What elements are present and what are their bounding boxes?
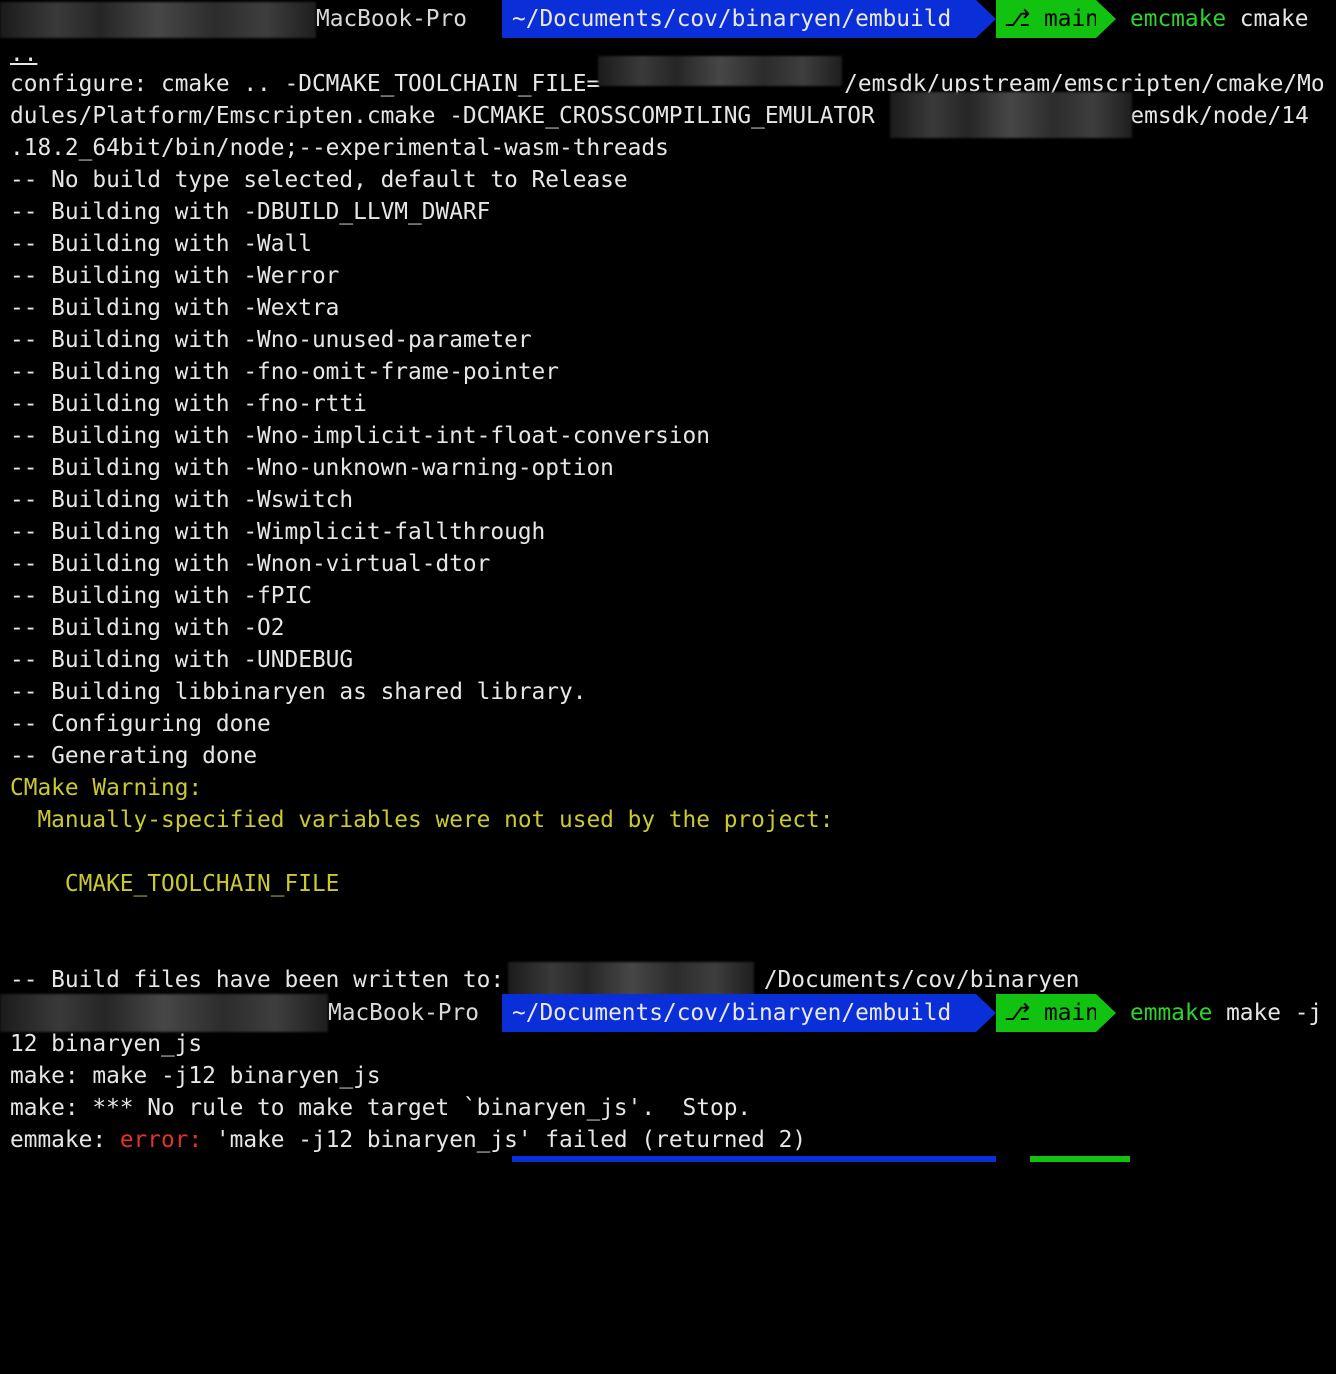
output-line: -- Building with -Werror: [10, 263, 340, 289]
output-line: -- Building with -fno-omit-frame-pointer: [10, 359, 559, 385]
git-branch-icon: ⎇: [1004, 6, 1044, 32]
current-directory: ~/Documents/cov/binaryen/embuild: [502, 994, 976, 1032]
output-line: -- No build type selected, default to Re…: [10, 167, 628, 193]
host-name: MacBook-Pro: [316, 6, 467, 32]
output-line: -- Building with -Wno-unknown-warning-op…: [10, 455, 614, 481]
terminal-window[interactable]: MacBook-Pro ~/Documents/cov/binaryen/emb…: [0, 0, 1336, 1162]
typed-command: emmake make -j: [1130, 994, 1322, 1032]
output-line: -- Building with -Wno-implicit-int-float…: [10, 423, 710, 449]
prompt-separator-icon: [976, 994, 996, 1032]
warning-title: CMake Warning:: [10, 775, 203, 801]
git-branch-name: main: [1044, 1000, 1099, 1026]
output-line: -- Configuring done: [10, 711, 271, 737]
output-line: make: make -j12 binaryen_js: [10, 1063, 381, 1089]
output-line: .18.2_64bit/bin/node;--experimental-wasm…: [10, 135, 669, 161]
error-line: emmake: error: 'make -j12 binaryen_js' f…: [10, 1127, 807, 1153]
shell-prompt: MacBook-Pro ~/Documents/cov/binaryen/emb…: [0, 994, 1336, 1032]
redacted-path-blur: [890, 92, 1132, 138]
next-prompt-path-segment: [512, 1156, 996, 1162]
output-line: -- Building libbinaryen as shared librar…: [10, 679, 587, 705]
output-line: -- Building with -Wno-unused-parameter: [10, 327, 532, 353]
shell-prompt: MacBook-Pro ~/Documents/cov/binaryen/emb…: [0, 0, 1336, 38]
output-line: -- Building with -Wnon-virtual-dtor: [10, 551, 491, 577]
command-args: make -j: [1212, 1000, 1323, 1026]
redacted-path-blur: [598, 56, 842, 86]
prompt-separator-icon: [1096, 0, 1116, 38]
git-branch-name: main: [1044, 6, 1099, 32]
warning-message: Manually-specified variables were not us…: [10, 807, 834, 833]
command-name: emmake: [1130, 1000, 1213, 1026]
command-name: emcmake: [1130, 6, 1227, 32]
command-args: cmake: [1226, 6, 1309, 32]
output-line: -- Building with -Wswitch: [10, 487, 354, 513]
error-label: error:: [119, 1127, 203, 1153]
host-name: MacBook-Pro: [328, 1000, 479, 1026]
prompt-separator-icon: [1096, 994, 1116, 1032]
prompt-separator-icon: [976, 0, 996, 38]
output-line: make: *** No rule to make target `binary…: [10, 1095, 752, 1121]
output-line: -- Building with -fno-rtti: [10, 391, 367, 417]
prompt-separator-icon: [486, 994, 502, 1032]
output-line: -- Generating done: [10, 743, 258, 769]
output-line: -- Building with -Wimplicit-fallthrough: [10, 519, 546, 545]
redacted-path-blur: [508, 962, 754, 998]
output-line: -- Building with -Wextra: [10, 295, 340, 321]
output-line: -- Building with -UNDEBUG: [10, 647, 354, 673]
git-branch-icon: ⎇: [1004, 1000, 1044, 1026]
output-line: -- Building with -O2: [10, 615, 285, 641]
git-branch-segment: ⎇ main: [996, 0, 1099, 38]
output-line: -- Building with -Wall: [10, 231, 312, 257]
redacted-username: [0, 2, 316, 38]
next-prompt-branch-segment: [1030, 1156, 1130, 1162]
typed-command: emcmake cmake: [1130, 0, 1308, 38]
prompt-separator-icon: [486, 0, 502, 38]
git-branch-segment: ⎇ main: [996, 994, 1099, 1032]
current-directory: ~/Documents/cov/binaryen/embuild: [502, 0, 976, 38]
redacted-username: [0, 994, 328, 1032]
output-line: -- Building with -DBUILD_LLVM_DWARF: [10, 199, 491, 225]
command-continuation: 12 binaryen_js: [10, 1031, 203, 1057]
output-line: -- Building with -fPIC: [10, 583, 312, 609]
command-continuation: ..: [10, 41, 38, 67]
warning-variable: CMAKE_TOOLCHAIN_FILE: [10, 871, 340, 897]
